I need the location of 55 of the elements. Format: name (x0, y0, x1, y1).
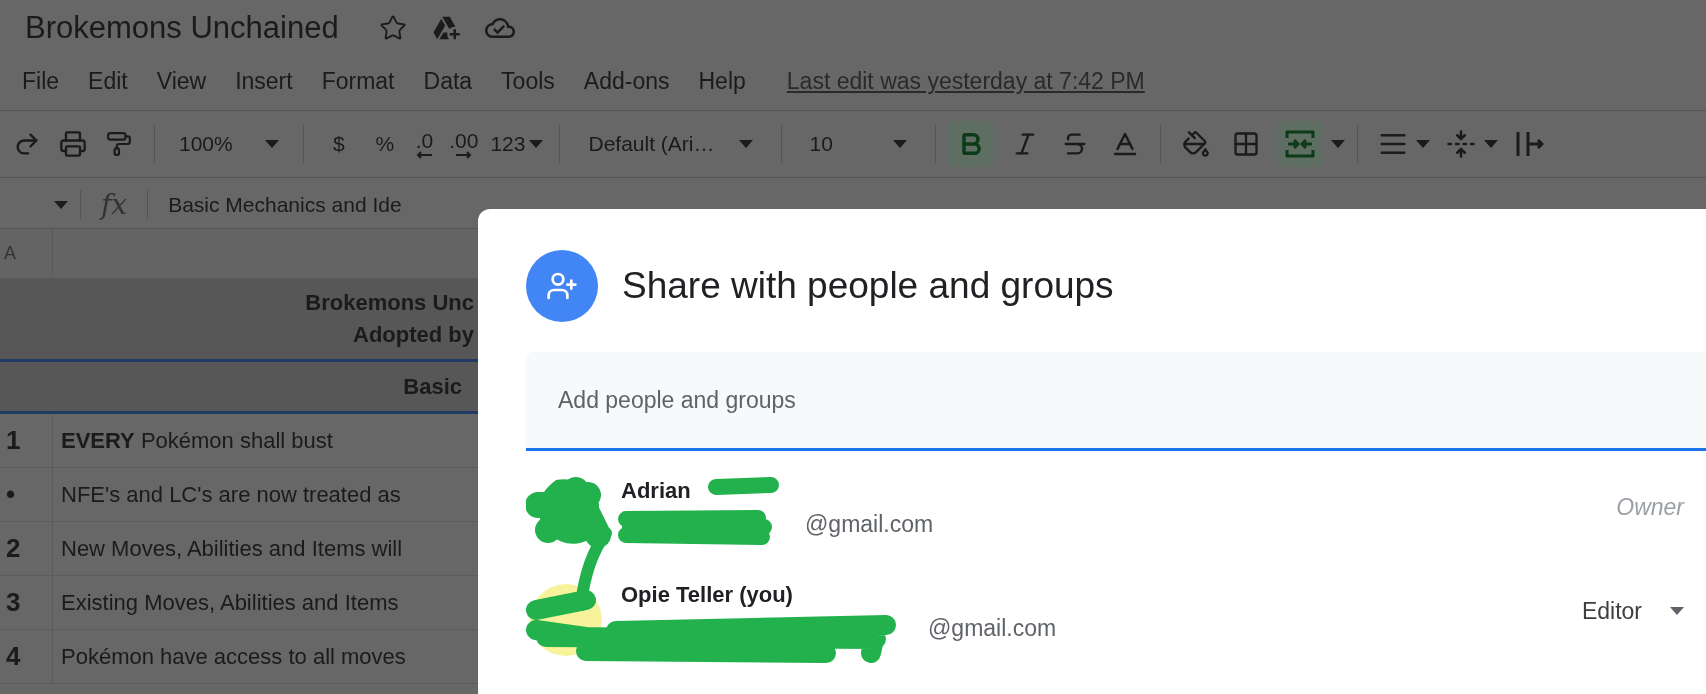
caret-icon[interactable] (1415, 140, 1430, 148)
decrease-decimals-button[interactable]: .0 (407, 121, 442, 167)
right-arrow-icon (455, 150, 472, 159)
menu-item[interactable]: File (22, 63, 60, 99)
caret-icon[interactable] (54, 201, 68, 209)
add-people-field[interactable]: Add people and groups (526, 352, 1706, 451)
person-email: @gmail.com (928, 614, 1057, 643)
menu-item[interactable]: Edit (88, 63, 128, 99)
table-cell-text: Existing Moves, Abilities and Items (61, 589, 399, 617)
dialog-title: Share with people and groups (622, 264, 1114, 309)
number-format-select[interactable]: 123 (486, 121, 548, 167)
merge-cells-icon[interactable] (1276, 121, 1323, 167)
person-name: Opie Teller (you) (621, 581, 793, 609)
caret-icon[interactable] (1330, 140, 1345, 148)
menu-item[interactable]: Add-ons (583, 63, 670, 99)
row-number: 1 (6, 424, 21, 457)
row-number: 4 (6, 640, 21, 673)
caret-icon[interactable] (1483, 140, 1498, 148)
table-cell-text: Pokémon have access to all moves (61, 643, 406, 671)
section-heading: Basic (403, 373, 462, 401)
font-size-select[interactable]: 10 (793, 121, 923, 167)
bold-icon[interactable] (947, 121, 994, 167)
increase-decimals-button[interactable]: .00 (441, 121, 487, 167)
row-number: 3 (6, 586, 21, 619)
sheet-title: Adopted by (353, 321, 474, 349)
menu-item[interactable]: Help (698, 63, 746, 99)
percent-button[interactable]: % (361, 121, 408, 167)
caret-icon[interactable] (529, 140, 544, 148)
table-cell-text: NFE's and LC's are now treated as (61, 481, 401, 509)
caret-icon[interactable] (738, 140, 753, 148)
person-name: Adrian (621, 477, 691, 505)
currency-button[interactable]: $ (315, 121, 362, 167)
caret-icon[interactable] (1670, 607, 1684, 615)
menu-item[interactable]: Data (423, 63, 473, 99)
menu-item[interactable]: Format (321, 63, 395, 99)
sheet-title: Brokemons Unc (305, 289, 474, 317)
table-cell-text: New Moves, Abilities and Items will (61, 535, 403, 563)
formula-input[interactable]: Basic Mechanics and Ide (168, 189, 402, 221)
caret-icon[interactable] (892, 140, 907, 148)
document-title[interactable]: Brokemons Unchained (25, 4, 339, 52)
menu-item[interactable]: Insert (235, 63, 293, 99)
role-label: Owner (1616, 492, 1684, 522)
zoom-select[interactable]: 100% (167, 121, 291, 167)
last-edit-link[interactable]: Last edit was yesterday at 7:42 PM (786, 63, 1145, 99)
left-arrow-icon (416, 150, 433, 159)
table-cell-text: EVERY Pokémon shall bust (61, 427, 333, 455)
caret-icon[interactable] (264, 140, 279, 148)
person-email: @gmail.com (805, 510, 934, 539)
font-select[interactable]: Default (Ari… (572, 121, 769, 167)
role-select[interactable]: Editor (1581, 593, 1684, 629)
row-number: 2 (6, 532, 21, 565)
star-icon[interactable] (378, 14, 407, 42)
row-number: • (6, 478, 16, 511)
menu-item[interactable]: Tools (501, 63, 555, 99)
menu-item[interactable]: View (156, 63, 207, 99)
